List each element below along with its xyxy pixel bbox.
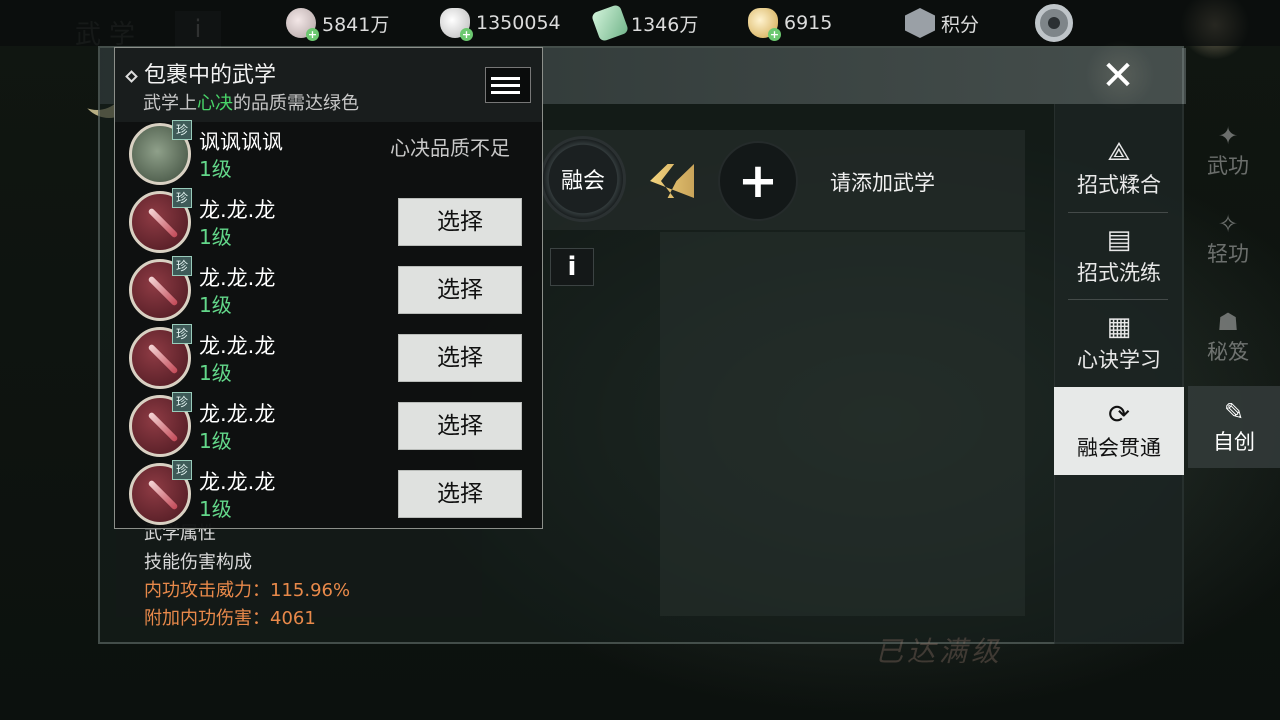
skill-name: 龙.龙.龙	[199, 402, 276, 426]
select-button[interactable]: 选择	[398, 266, 522, 314]
skill-level: 1级	[199, 497, 232, 521]
meditation-icon: ☗	[1217, 308, 1239, 336]
max-level-watermark: 已达满级	[875, 635, 1004, 668]
outer-tab-label: 自创	[1213, 430, 1255, 454]
fuse-button[interactable]: 融会	[540, 136, 626, 222]
list-item: 珍 龙.龙.龙 1级 选择	[115, 256, 542, 324]
tab-refine[interactable]: ▤ 招式洗练	[1054, 212, 1184, 300]
add-skill-icon[interactable]: +	[718, 141, 798, 221]
attributes-panel: 武学属性 技能伤害构成 内功攻击威力：115.96% 附加内功伤害：4061	[116, 515, 482, 629]
rare-badge: 珍	[172, 392, 192, 412]
tab-label: 心诀学习	[1077, 348, 1161, 372]
select-button[interactable]: 选择	[398, 470, 522, 518]
skill-level: 1级	[199, 157, 232, 181]
list-view-icon[interactable]	[485, 67, 531, 103]
close-icon[interactable]: ✕	[1098, 56, 1138, 96]
cycle-icon: ⟳	[1108, 400, 1130, 430]
book-icon: ▦	[1106, 312, 1132, 342]
diamond-icon	[125, 69, 138, 83]
merge-icon: ⟁	[1107, 137, 1131, 167]
list-item: 珍 龙.龙.龙 1级 选择	[115, 392, 542, 460]
outer-tab-lightness[interactable]: ✧ 轻功	[1188, 198, 1268, 280]
rare-badge: 珍	[172, 120, 192, 140]
skill-name: 龙.龙.龙	[199, 334, 276, 358]
resource-jade[interactable]: 1346万	[590, 3, 699, 43]
badge-icon	[905, 8, 935, 38]
skill-bag-popup: 包裹中的武学 武学上心决的品质需达绿色 珍 讽讽讽讽 1级 心决品质不足 珍 龙…	[114, 47, 543, 529]
tab-fusion[interactable]: ⟳ 融会贯通	[1054, 387, 1184, 475]
resource-coin[interactable]: + 5841万	[286, 8, 390, 41]
resource-value: 1350054	[476, 12, 561, 34]
attributes-line: 内功攻击威力：115.96%	[144, 580, 351, 601]
resource-gold[interactable]: + 6915	[748, 8, 833, 41]
tab-label: 招式糅合	[1077, 173, 1161, 197]
rare-badge: 珍	[172, 324, 192, 344]
outer-tab-secret[interactable]: ☗ 秘笈	[1188, 296, 1268, 378]
list-item: 珍 讽讽讽讽 1级 心决品质不足	[115, 120, 542, 188]
tab-label: 融会贯通	[1077, 436, 1161, 460]
skill-status: 心决品质不足	[390, 136, 510, 160]
silver-ingot-icon: +	[440, 8, 473, 41]
add-skill-label: 请添加武学	[830, 171, 935, 195]
outer-tab-label: 秘笈	[1207, 340, 1249, 364]
rare-badge: 珍	[172, 188, 192, 208]
coin-icon: +	[286, 8, 319, 41]
resource-silver[interactable]: + 1350054	[440, 8, 561, 41]
tab-mind-learn[interactable]: ▦ 心诀学习	[1054, 299, 1184, 387]
outer-tab-martial[interactable]: ✦ 武功	[1188, 110, 1268, 192]
scroll-icon: ▤	[1106, 225, 1132, 255]
select-button[interactable]: 选择	[398, 402, 522, 450]
settings-gear-icon[interactable]	[1035, 4, 1073, 42]
attributes-line: 附加内功伤害：4061	[144, 608, 316, 629]
list-item: 珍 龙.龙.龙 1级 选择	[115, 324, 542, 392]
tab-label: 招式洗练	[1077, 261, 1161, 285]
popup-title: 包裹中的武学	[125, 57, 276, 89]
outer-tab-label: 武功	[1207, 154, 1249, 178]
select-button[interactable]: 选择	[398, 198, 522, 246]
attributes-line: 技能伤害构成	[144, 552, 252, 573]
resource-points[interactable]: 积分	[905, 8, 979, 38]
resource-value: 积分	[941, 13, 980, 36]
select-button[interactable]: 选择	[398, 334, 522, 382]
resource-bar: + 5841万 + 1350054 1346万 + 6915 积分	[0, 0, 1280, 46]
resource-value: 1346万	[631, 13, 699, 36]
skill-name: 龙.龙.龙	[199, 266, 276, 290]
list-item: 珍 龙.龙.龙 1级 选择	[115, 460, 542, 528]
popup-header: 包裹中的武学 武学上心决的品质需达绿色	[115, 48, 542, 122]
skill-name: 龙.龙.龙	[199, 470, 276, 494]
popup-subtitle: 武学上心决的品质需达绿色	[143, 93, 359, 114]
martial-icon: ✦	[1217, 122, 1239, 150]
list-item: 珍 龙.龙.龙 1级 选择	[115, 188, 542, 256]
create-icon: ✎	[1223, 398, 1245, 426]
rare-badge: 珍	[172, 460, 192, 480]
skill-level: 1级	[199, 293, 232, 317]
skill-name: 龙.龙.龙	[199, 198, 276, 222]
resource-value: 6915	[784, 12, 833, 34]
jade-icon	[590, 3, 630, 43]
outer-tab-create[interactable]: ✎ 自创	[1188, 386, 1280, 468]
fusion-info-button[interactable]: i	[550, 248, 594, 286]
fusion-detail-panel	[660, 232, 1025, 616]
skill-level: 1级	[199, 361, 232, 385]
lightness-icon: ✧	[1217, 210, 1239, 238]
skill-level: 1级	[199, 429, 232, 453]
skill-level: 1级	[199, 225, 232, 249]
tab-merge[interactable]: ⟁ 招式糅合	[1054, 124, 1184, 212]
gold-ingot-icon: +	[748, 8, 781, 41]
resource-value: 5841万	[322, 13, 390, 36]
outer-tab-label: 轻功	[1207, 242, 1249, 266]
rare-badge: 珍	[172, 256, 192, 276]
skill-name: 讽讽讽讽	[199, 130, 283, 154]
